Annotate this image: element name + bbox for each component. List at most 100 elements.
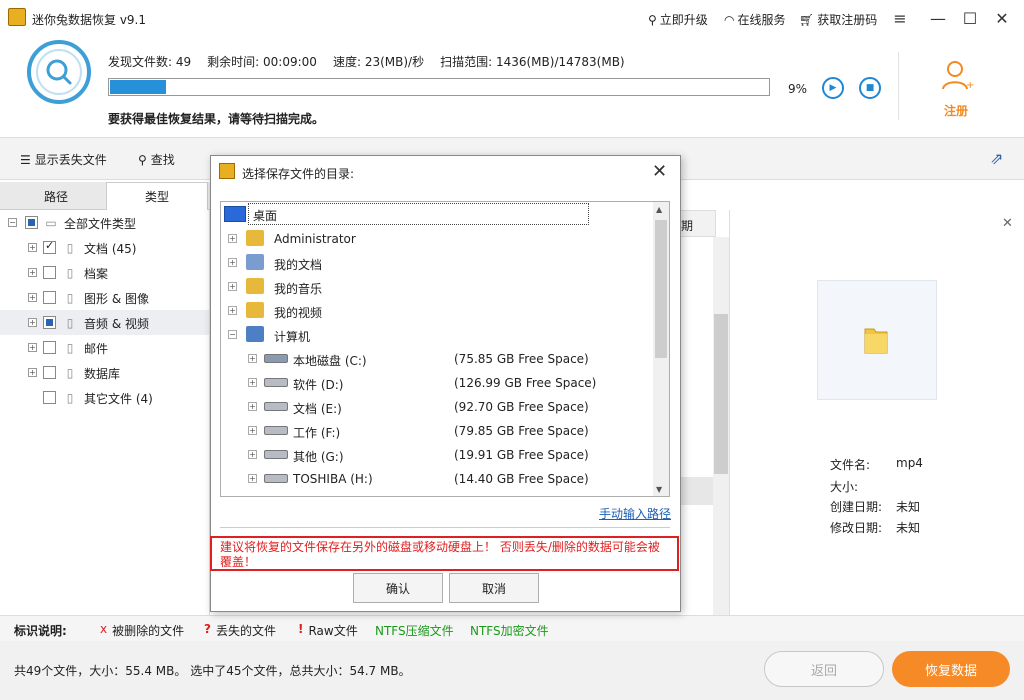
folder-node-label[interactable]: 我的视频 <box>274 304 322 321</box>
range-label: 扫描范围: <box>440 55 493 69</box>
expand-icon[interactable]: + <box>228 234 237 243</box>
tree-item-checkbox[interactable] <box>43 239 56 254</box>
expand-icon[interactable]: + <box>28 293 37 302</box>
drive-label[interactable]: 文档 (E:) <box>293 400 342 417</box>
tab-path[interactable]: 路径 <box>5 182 107 210</box>
tree-item[interactable]: + ▯ 档案 <box>0 260 209 285</box>
preview-close-icon[interactable]: ✕ <box>1002 216 1013 231</box>
folder-node-label[interactable]: 计算机 <box>274 328 310 345</box>
tree-node-desktop[interactable]: 桌面 <box>248 203 589 225</box>
upgrade-link[interactable]: ⚲ 立即升级 <box>648 11 708 28</box>
expand-icon[interactable]: + <box>228 258 237 267</box>
drive-label[interactable]: 本地磁盘 (C:) <box>293 352 367 369</box>
list-scrollbar-thumb[interactable] <box>714 314 728 474</box>
drive-label[interactable]: 其他 (G:) <box>293 448 344 465</box>
legend-bar: 标识说明: x 被删除的文件 ? 丢失的文件 ! Raw文件 NTFS压缩文件 NTF… <box>0 615 1024 641</box>
folder-node-label[interactable]: Administrator <box>274 232 356 246</box>
register-button[interactable]: 注册 <box>944 102 968 119</box>
close-button[interactable]: ✕ <box>986 6 1018 30</box>
tree-item[interactable]: + ▯ 数据库 <box>0 360 209 385</box>
tree-item-checkbox[interactable] <box>43 391 56 404</box>
expand-icon[interactable]: + <box>28 343 37 352</box>
get-code-link[interactable]: 🛒︎ 获取注册码 <box>799 11 877 28</box>
legend-lost: ? 丢失的文件 <box>204 622 276 638</box>
drive-icon <box>264 474 288 483</box>
archive-icon: ▯ <box>66 266 74 280</box>
minimize-icon: — <box>930 8 946 28</box>
expand-icon[interactable]: + <box>28 268 37 277</box>
resume-button[interactable]: ▶ <box>822 77 844 99</box>
selection-summary: 共49个文件，大小：55.4 MB。 选中了45个文件，总共大小：54.7 MB… <box>14 664 411 678</box>
tree-item[interactable]: + ▯ 邮件 <box>0 335 209 360</box>
scroll-up-icon[interactable]: ▲ <box>656 205 662 214</box>
video-folder-icon <box>246 302 264 318</box>
tree-root[interactable]: − ▭ 全部文件类型 <box>0 210 209 235</box>
tree-item-checkbox[interactable] <box>43 291 56 304</box>
expand-icon[interactable]: + <box>28 318 37 327</box>
svg-text:+: + <box>966 80 974 91</box>
minimize-button[interactable]: — <box>922 6 954 30</box>
expand-icon[interactable]: + <box>248 450 257 459</box>
music-folder-icon <box>246 278 264 294</box>
expand-icon[interactable]: + <box>228 282 237 291</box>
preview-panel <box>729 210 1024 615</box>
expand-icon[interactable]: + <box>248 402 257 411</box>
drive-label[interactable]: 工作 (F:) <box>293 424 340 441</box>
back-button[interactable]: 返回 <box>764 651 884 687</box>
collapse-icon[interactable]: − <box>228 330 237 339</box>
tab-type[interactable]: 类型 <box>106 182 208 210</box>
left-tabs: 路径 类型 <box>0 182 210 210</box>
maximize-button[interactable]: ☐ <box>954 6 986 30</box>
drive-label[interactable]: TOSHIBA (H:) <box>293 472 373 486</box>
cancel-button[interactable]: 取消 <box>449 573 539 603</box>
tree-item-checkbox[interactable] <box>43 341 56 354</box>
table-row[interactable] <box>680 477 716 505</box>
root-checkbox[interactable] <box>25 216 38 229</box>
folder-tree-scrollbar-thumb[interactable] <box>655 220 667 358</box>
stop-icon: ■ <box>865 83 875 93</box>
preview-created-value: 未知 <box>896 500 921 514</box>
tree-item-label: 邮件 <box>84 342 109 356</box>
preview-modified-value: 未知 <box>896 521 921 535</box>
ok-button[interactable]: 确认 <box>353 573 443 603</box>
folder-node-label[interactable]: 我的音乐 <box>274 280 322 297</box>
menu-button[interactable]: ≡ <box>884 6 916 30</box>
show-lost-files-button[interactable]: ☰ 显示丢失文件 <box>20 151 107 168</box>
expand-icon[interactable]: + <box>248 354 257 363</box>
expand-icon[interactable]: + <box>248 378 257 387</box>
drive-label[interactable]: 软件 (D:) <box>293 376 343 393</box>
tree-item[interactable]: + ▯ 图形 & 图像 <box>0 285 209 310</box>
export-icon[interactable]: ⇗ <box>990 149 1003 168</box>
manual-path-link[interactable]: 手动输入路径 <box>599 505 671 522</box>
range-value: 1436(MB)/14783(MB) <box>495 55 625 69</box>
folder-icon: ▯ <box>66 391 74 405</box>
database-icon: ▯ <box>66 366 74 380</box>
search-icon: ⚲ <box>138 152 147 167</box>
tree-item-checkbox[interactable] <box>43 366 56 379</box>
recover-button[interactable]: 恢复数据 <box>892 651 1010 687</box>
column-header-date[interactable]: 期 <box>680 210 716 237</box>
folder-node-label[interactable]: 我的文档 <box>274 256 322 273</box>
tree-item[interactable]: + ▯ 文档 (45) <box>0 235 209 260</box>
scroll-down-icon[interactable]: ▼ <box>656 485 662 494</box>
expand-icon[interactable]: + <box>248 426 257 435</box>
expand-icon[interactable]: + <box>248 474 257 483</box>
find-button[interactable]: ⚲ 查找 <box>138 151 175 168</box>
legend-ntfs-encrypted: NTFS加密文件 <box>470 624 549 638</box>
user-icon[interactable]: + <box>940 58 974 92</box>
tree-item[interactable]: + ▯ 音频 & 视频 <box>0 310 209 335</box>
online-service-link[interactable]: ◠ 在线服务 <box>724 11 786 28</box>
expand-icon[interactable]: + <box>228 306 237 315</box>
expand-icon[interactable]: + <box>28 243 37 252</box>
image-icon: ▯ <box>66 291 74 305</box>
desktop-icon <box>224 206 246 222</box>
folder-icon <box>863 325 889 355</box>
drive-free-space: (126.99 GB Free Space) <box>454 376 597 390</box>
tree-item[interactable]: ▯ 其它文件 (4) <box>0 385 209 410</box>
collapse-icon[interactable]: − <box>8 218 17 227</box>
dialog-close-button[interactable]: ✕ <box>652 161 667 182</box>
expand-icon[interactable]: + <box>28 368 37 377</box>
stop-button[interactable]: ■ <box>859 77 881 99</box>
tree-item-checkbox[interactable] <box>43 316 56 329</box>
tree-item-checkbox[interactable] <box>43 266 56 279</box>
